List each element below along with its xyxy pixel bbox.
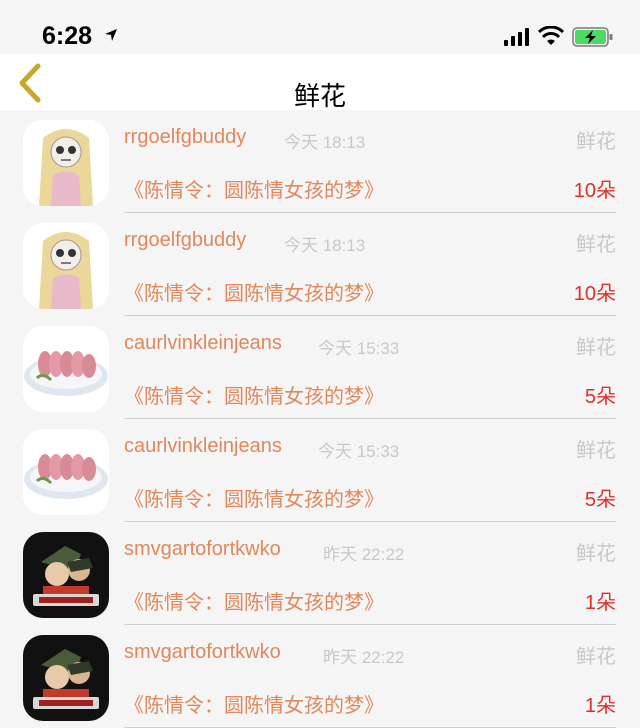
flower-count: 10朵	[573, 180, 616, 202]
list-item[interactable]: rrgoelfgbuddy 今天 18:13 鲜花 《陈情令：圆陈情女孩的梦》 …	[0, 110, 640, 213]
cellular-signal-icon	[504, 28, 529, 46]
avatar[interactable]	[23, 635, 109, 721]
avatar[interactable]	[23, 326, 109, 412]
book-title-link[interactable]: 《陈情令：圆陈情女孩的梦》	[124, 277, 384, 306]
list-item[interactable]: smvgartofortkwko 昨天 22:22 鲜花 《陈情令：圆陈情女孩的…	[0, 522, 640, 625]
timestamp: 昨天 22:22	[323, 648, 405, 667]
battery-charging-icon	[572, 27, 613, 47]
username[interactable]: rrgoelfgbuddy	[124, 126, 246, 149]
timestamp: 今天 15:33	[318, 339, 400, 358]
sashimi-plate-avatar-icon	[23, 429, 109, 515]
flower-record-list: rrgoelfgbuddy 今天 18:13 鲜花 《陈情令：圆陈情女孩的梦》 …	[0, 110, 640, 728]
flower-count: 5朵	[584, 489, 616, 511]
book-title-link[interactable]: 《陈情令：圆陈情女孩的梦》	[124, 483, 384, 512]
gift-type-label: 鲜花	[576, 232, 616, 256]
username[interactable]: smvgartofortkwko	[124, 641, 281, 664]
blonde-girl-avatar-icon	[23, 120, 109, 206]
list-item[interactable]: rrgoelfgbuddy 今天 18:13 鲜花 《陈情令：圆陈情女孩的梦》 …	[0, 213, 640, 316]
flower-count: 1朵	[584, 592, 616, 614]
wifi-icon	[538, 26, 564, 45]
username[interactable]: smvgartofortkwko	[124, 538, 281, 561]
list-item[interactable]: caurlvinkleinjeans 今天 15:33 鲜花 《陈情令：圆陈情女…	[0, 316, 640, 419]
book-title-link[interactable]: 《陈情令：圆陈情女孩的梦》	[124, 380, 384, 409]
avatar[interactable]	[23, 429, 109, 515]
timestamp: 今天 18:13	[284, 133, 366, 152]
avatar[interactable]	[23, 532, 109, 618]
username[interactable]: rrgoelfgbuddy	[124, 229, 246, 252]
page-title: 鲜花	[293, 82, 346, 112]
gift-type-label: 鲜花	[576, 335, 616, 359]
gift-type-label: 鲜花	[576, 541, 616, 565]
flower-count: 5朵	[584, 386, 616, 408]
nav-bar: 鲜花	[0, 54, 640, 112]
book-title-link[interactable]: 《陈情令：圆陈情女孩的梦》	[124, 586, 384, 615]
blonde-girl-avatar-icon	[23, 223, 109, 309]
sashimi-plate-avatar-icon	[23, 326, 109, 412]
gift-type-label: 鲜花	[576, 438, 616, 462]
avatar[interactable]	[23, 223, 109, 309]
username[interactable]: caurlvinkleinjeans	[124, 435, 282, 458]
timestamp: 今天 15:33	[318, 442, 400, 461]
book-title-link[interactable]: 《陈情令：圆陈情女孩的梦》	[124, 689, 384, 718]
list-item[interactable]: caurlvinkleinjeans 今天 15:33 鲜花 《陈情令：圆陈情女…	[0, 419, 640, 522]
book-title-link[interactable]: 《陈情令：圆陈情女孩的梦》	[124, 174, 384, 203]
flower-count: 1朵	[584, 695, 616, 717]
gift-type-label: 鲜花	[576, 129, 616, 153]
status-time: 6:28	[42, 22, 93, 50]
location-arrow-icon	[105, 29, 117, 41]
gift-type-label: 鲜花	[576, 644, 616, 668]
detective-avatar-icon	[23, 635, 109, 721]
list-item[interactable]: smvgartofortkwko 昨天 22:22 鲜花 《陈情令：圆陈情女孩的…	[0, 625, 640, 728]
timestamp: 今天 18:13	[284, 236, 366, 255]
timestamp: 昨天 22:22	[323, 545, 405, 564]
username[interactable]: caurlvinkleinjeans	[124, 332, 282, 355]
flower-count: 10朵	[573, 283, 616, 305]
status-bar: 6:28	[0, 0, 640, 54]
detective-avatar-icon	[23, 532, 109, 618]
avatar[interactable]	[23, 120, 109, 206]
